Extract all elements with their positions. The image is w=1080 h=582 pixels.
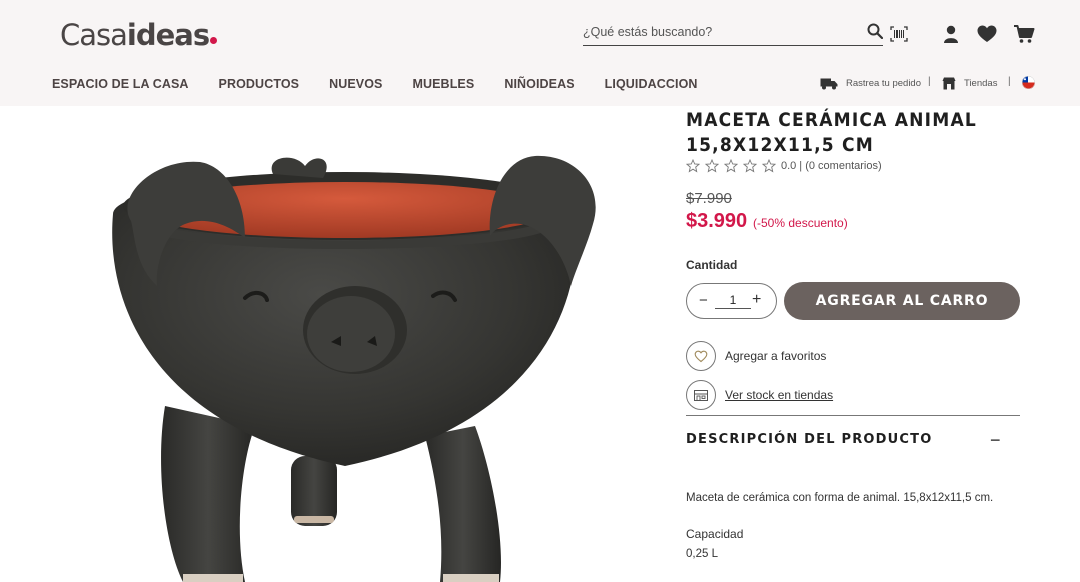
add-to-favorites-button[interactable]: Agregar a favoritos [686,341,826,371]
quantity-decrease-button[interactable]: − [699,292,708,309]
section-divider [686,415,1020,416]
header-separator-2: | [1008,76,1011,87]
favorites-icon-circle [686,341,716,371]
discount-badge: (-50% descuento) [753,216,848,230]
star-icon [762,159,776,173]
heart-icon[interactable] [976,24,998,44]
nav-item-liquidaccion[interactable]: LIQUIDACCION [590,77,713,91]
nav-item-muebles[interactable]: MUEBLES [397,77,489,91]
header-separator: | [928,76,931,87]
logo-text-ideas: ideas [126,18,210,52]
rating-value: 0.0 [781,160,797,172]
quantity-stepper: − 1 + [686,283,777,319]
description-text: Maceta de cerámica con forma de animal. … [686,492,994,504]
star-icon [705,159,719,173]
search-input[interactable] [583,20,853,44]
quantity-input[interactable]: 1 [715,293,751,309]
logo-text-casa: Casa [60,18,128,52]
product-title: MACETA CERÁMICA ANIMAL 15,8X12X11,5 CM [686,109,977,156]
nav-item-nuevos[interactable]: NUEVOS [314,77,397,91]
logo[interactable]: Casaideas [60,18,218,52]
stock-in-stores-link[interactable]: Ver stock en tiendas [686,380,833,410]
truck-icon [820,78,838,89]
add-to-cart-button[interactable]: AGREGAR AL CARRO [784,282,1020,320]
star-icon [743,159,757,173]
product-rating[interactable]: 0.0 | (0 comentarios) [686,159,882,173]
search-icon[interactable] [867,23,883,39]
site-header: Casaideas ESPACIO DE LA CASA PRODUCTOS N… [0,0,1080,106]
chile-flag-icon[interactable] [1022,76,1035,89]
star-icon [724,159,738,173]
star-icon [686,159,700,173]
user-icon[interactable] [940,24,962,44]
original-price: $7.990 [686,190,732,207]
nav-item-espacio-de-la-casa[interactable]: ESPACIO DE LA CASA [37,77,204,91]
stock-in-stores-label: Ver stock en tiendas [725,388,834,402]
logo-dot [210,37,218,44]
stores-link[interactable]: Tiendas [942,74,997,92]
nav-item-productos[interactable]: PRODUCTOS [204,77,315,91]
sale-price: $3.990 [686,210,748,232]
product-image[interactable] [95,106,615,582]
heart-outline-icon [694,350,708,362]
track-order-link[interactable]: Rastrea tu pedido [820,74,921,92]
track-order-label: Rastrea tu pedido [846,77,921,89]
cart-icon[interactable] [1013,24,1035,44]
stores-label: Tiendas [964,77,998,89]
search-bar [583,20,883,46]
store-icon [942,77,956,89]
stock-icon-circle [686,380,716,410]
collapse-description-button[interactable]: − [990,430,1001,451]
add-to-favorites-label: Agregar a favoritos [725,349,827,363]
rating-comments: | (0 comentarios) [799,160,882,172]
quantity-increase-button[interactable]: + [752,291,761,309]
capacity-label: Capacidad [686,527,744,541]
capacity-value: 0,25 L [686,548,718,560]
store-stock-icon [694,389,708,401]
nav-item-ninoideas[interactable]: NIÑOIDEAS [489,77,589,91]
description-heading[interactable]: DESCRIPCIÓN DEL PRODUCTO [686,432,932,447]
main-nav: ESPACIO DE LA CASA PRODUCTOS NUEVOS MUEB… [37,77,713,91]
quantity-label: Cantidad [686,258,738,272]
barcode-scan-icon[interactable] [890,26,908,42]
